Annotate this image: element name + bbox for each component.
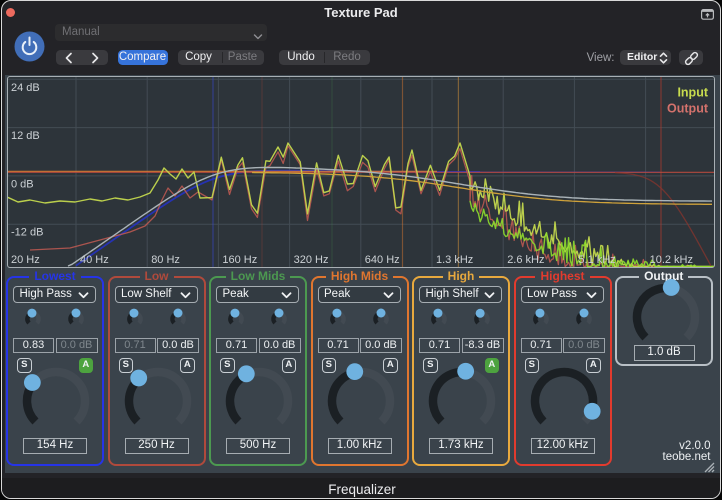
svg-text:Input: Input: [677, 85, 708, 99]
svg-text:160 Hz: 160 Hz: [222, 254, 257, 266]
svg-text:640 Hz: 640 Hz: [364, 254, 399, 266]
svg-text:10.2 kHz: 10.2 kHz: [649, 254, 692, 266]
svg-text:40 Hz: 40 Hz: [80, 254, 109, 266]
svg-text:Output: Output: [667, 101, 709, 115]
svg-text:2.6 kHz: 2.6 kHz: [507, 254, 544, 266]
svg-text:1.3 kHz: 1.3 kHz: [436, 254, 473, 266]
svg-text:20 Hz: 20 Hz: [11, 254, 40, 266]
svg-text:0 dB: 0 dB: [11, 178, 34, 190]
svg-text:80 Hz: 80 Hz: [151, 254, 180, 266]
svg-text:12 dB: 12 dB: [11, 130, 40, 142]
svg-text:5.1 kHz: 5.1 kHz: [578, 254, 615, 266]
svg-text:320 Hz: 320 Hz: [293, 254, 328, 266]
svg-text:-12 dB: -12 dB: [11, 226, 43, 238]
svg-text:24 dB: 24 dB: [11, 81, 40, 93]
